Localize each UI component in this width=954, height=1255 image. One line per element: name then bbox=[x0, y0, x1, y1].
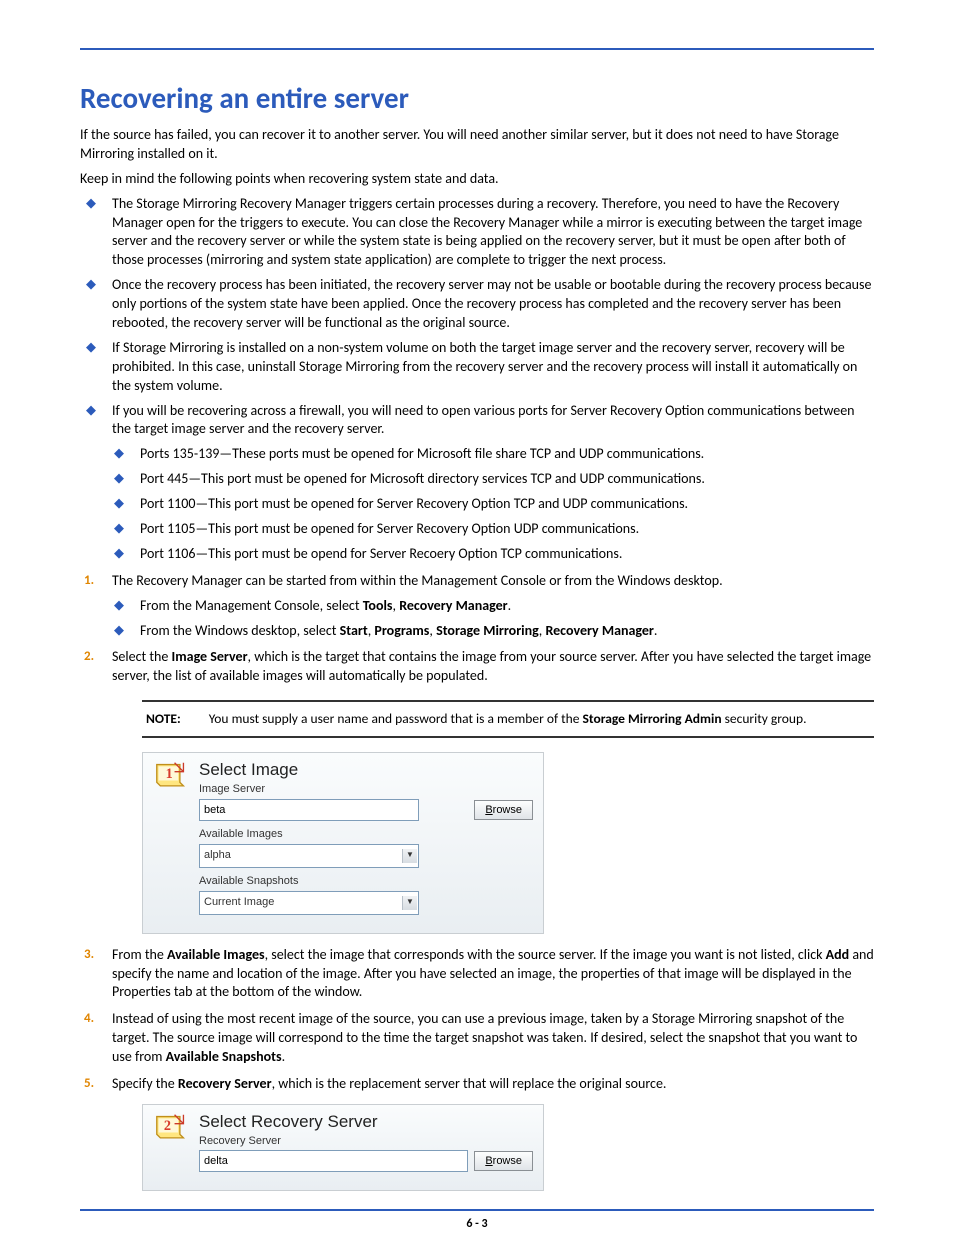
recovery-server-input[interactable] bbox=[199, 1150, 468, 1172]
step-1-intro: The Recovery Manager can be started from… bbox=[112, 572, 723, 589]
step-1-icon: 1 bbox=[153, 761, 189, 793]
chevron-down-icon: ▼ bbox=[402, 849, 417, 863]
available-images-dropdown[interactable]: alpha ▼ bbox=[199, 844, 419, 868]
step-2: Select the Image Server, which is the ta… bbox=[108, 648, 874, 933]
list-item: Port 1105—This port must be opened for S… bbox=[136, 520, 874, 539]
list-item: From the Windows desktop, select Start, … bbox=[136, 622, 874, 641]
available-snapshots-label: Available Snapshots bbox=[199, 874, 533, 889]
step-3: From the Available Images, select the im… bbox=[108, 946, 874, 1003]
available-snapshots-dropdown[interactable]: Current Image ▼ bbox=[199, 891, 419, 915]
chevron-down-icon: ▼ bbox=[402, 896, 417, 910]
available-images-label: Available Images bbox=[199, 827, 533, 842]
note-body: You must supply a user name and password… bbox=[209, 710, 870, 728]
list-item: Port 445—This port must be opened for Mi… bbox=[136, 470, 874, 489]
steps-list: The Recovery Manager can be started from… bbox=[80, 572, 874, 1192]
select-image-panel: 1 Select Image Image Server Browse bbox=[142, 752, 544, 933]
top-rule bbox=[80, 48, 874, 50]
keep-in-mind-paragraph: Keep in mind the following points when r… bbox=[80, 170, 874, 189]
svg-text:1: 1 bbox=[166, 766, 173, 782]
list-item: Port 1100—This port must be opened for S… bbox=[136, 495, 874, 514]
list-item: Once the recovery process has been initi… bbox=[108, 276, 874, 333]
list-item: Port 1106—This port must be opend for Se… bbox=[136, 545, 874, 564]
note-block: NOTE: You must supply a user name and pa… bbox=[142, 700, 874, 738]
panel-title: Select Image bbox=[199, 761, 533, 780]
select-recovery-server-panel: 2 Select Recovery Server Recovery Server… bbox=[142, 1104, 544, 1192]
list-item: The Storage Mirroring Recovery Manager t… bbox=[108, 195, 874, 271]
browse-button[interactable]: Browse bbox=[474, 800, 533, 820]
list-item: If you will be recovering across a firew… bbox=[108, 402, 874, 564]
page-title: Recovering an entire server bbox=[80, 80, 874, 116]
step-5: Specify the Recovery Server, which is th… bbox=[108, 1075, 874, 1191]
port-bullet-list: Ports 135-139—These ports must be opened… bbox=[112, 445, 874, 563]
list-item: Ports 135-139—These ports must be opened… bbox=[136, 445, 874, 464]
step-1-sublist: From the Management Console, select Tool… bbox=[112, 597, 874, 641]
page-number: 6 - 3 bbox=[80, 1217, 874, 1231]
step-1: The Recovery Manager can be started from… bbox=[108, 572, 874, 641]
step-2-icon: 2 bbox=[153, 1113, 189, 1145]
top-bullet-list: The Storage Mirroring Recovery Manager t… bbox=[80, 195, 874, 564]
list-item: If Storage Mirroring is installed on a n… bbox=[108, 339, 874, 396]
list-item-text: If you will be recovering across a firew… bbox=[112, 402, 855, 438]
browse-button[interactable]: Browse bbox=[474, 1151, 533, 1171]
svg-text:2: 2 bbox=[164, 1118, 171, 1134]
note-label: NOTE: bbox=[146, 710, 181, 728]
list-item: From the Management Console, select Tool… bbox=[136, 597, 874, 616]
image-server-input[interactable] bbox=[199, 799, 419, 821]
panel-title: Select Recovery Server bbox=[199, 1113, 533, 1132]
recovery-server-label: Recovery Server bbox=[199, 1134, 533, 1149]
bottom-rule bbox=[80, 1209, 874, 1211]
intro-paragraph: If the source has failed, you can recove… bbox=[80, 126, 874, 164]
step-4: Instead of using the most recent image o… bbox=[108, 1010, 874, 1067]
image-server-label: Image Server bbox=[199, 782, 533, 797]
